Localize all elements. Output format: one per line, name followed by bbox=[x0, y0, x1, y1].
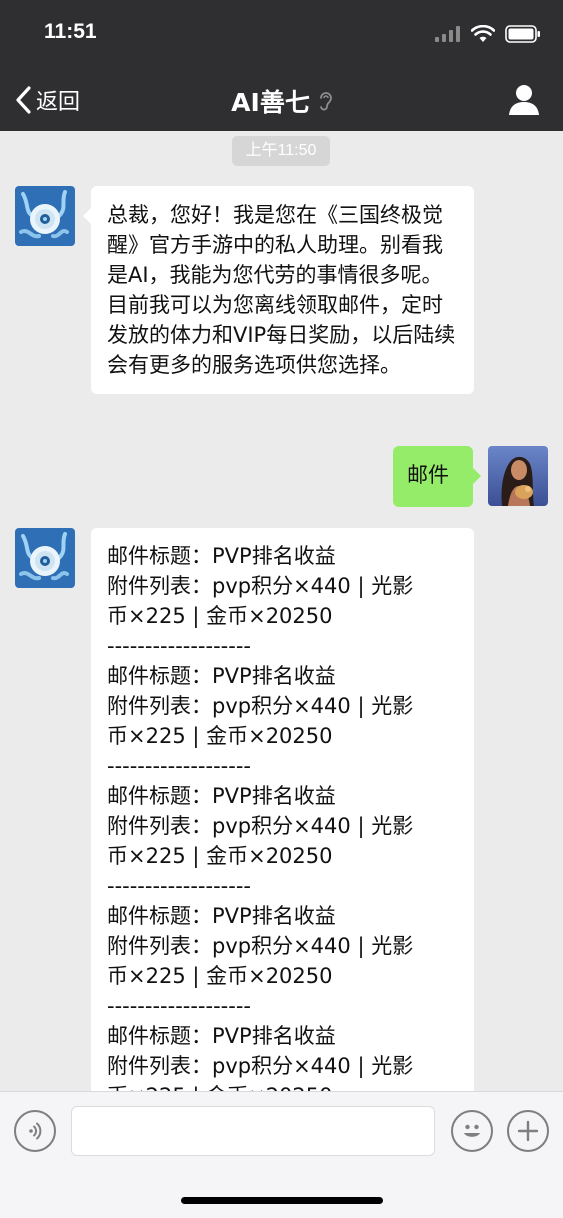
assistant-avatar-image bbox=[15, 186, 75, 246]
chat-title: AI善七 bbox=[0, 83, 563, 119]
mail-divider: ------------------- bbox=[107, 994, 251, 1018]
emoji-button[interactable] bbox=[451, 1110, 493, 1152]
assistant-message-bubble[interactable]: 总裁，您好！我是您在《三国终极觉醒》官方手游中的私人助理。别看我是AI，我能为您… bbox=[83, 186, 474, 394]
nav-header: 11:51 返回 AI善七 bbox=[0, 0, 563, 131]
mail-line: 附件列表：pvp积分×440 | 光影 bbox=[107, 574, 414, 598]
voice-button[interactable] bbox=[14, 1110, 56, 1152]
mail-divider: ------------------- bbox=[107, 754, 251, 778]
mail-line: 币×225 | 金币×20250 bbox=[107, 724, 333, 748]
mail-list-bubble[interactable]: 邮件标题：PVP排名收益 附件列表：pvp积分×440 | 光影 币×225 |… bbox=[91, 528, 474, 1128]
home-indicator[interactable] bbox=[181, 1197, 383, 1204]
signal-icon bbox=[435, 26, 460, 42]
plus-icon bbox=[517, 1120, 539, 1142]
mail-line: 币×225 | 金币×20250 bbox=[107, 964, 333, 988]
plus-button[interactable] bbox=[507, 1110, 549, 1152]
ear-icon bbox=[319, 92, 332, 111]
assistant-avatar[interactable] bbox=[15, 528, 75, 588]
mail-line: 邮件标题：PVP排名收益 bbox=[107, 1024, 336, 1048]
mail-line: 币×225 | 金币×20250 bbox=[107, 844, 333, 868]
mail-line: 邮件标题：PVP排名收益 bbox=[107, 784, 336, 808]
chat-timestamp: 上午11:50 bbox=[232, 136, 330, 166]
mail-line: 邮件标题：PVP排名收益 bbox=[107, 664, 336, 688]
assistant-message-text: 总裁，您好！我是您在《三国终极觉醒》官方手游中的私人助理。别看我是AI，我能为您… bbox=[107, 203, 456, 377]
profile-icon[interactable] bbox=[507, 82, 541, 116]
message-input[interactable] bbox=[71, 1106, 435, 1156]
status-icons bbox=[435, 20, 541, 48]
mail-divider: ------------------- bbox=[107, 874, 251, 898]
assistant-avatar[interactable] bbox=[15, 186, 75, 246]
user-avatar[interactable] bbox=[488, 446, 548, 506]
mail-line: 附件列表：pvp积分×440 | 光影 bbox=[107, 934, 414, 958]
mail-line: 邮件标题：PVP排名收益 bbox=[107, 544, 336, 568]
emoji-icon bbox=[464, 1124, 480, 1137]
wifi-icon bbox=[471, 25, 495, 42]
mail-line: 附件列表：pvp积分×440 | 光影 bbox=[107, 1054, 414, 1078]
chat-title-text: AI善七 bbox=[231, 88, 310, 117]
mail-line: 邮件标题：PVP排名收益 bbox=[107, 904, 336, 928]
mail-line: 币×225 | 金币×20250 bbox=[107, 604, 333, 628]
status-time: 11:51 bbox=[44, 20, 97, 43]
user-message-bubble[interactable]: 邮件 bbox=[393, 446, 481, 507]
mail-divider: ------------------- bbox=[107, 634, 251, 658]
battery-icon bbox=[505, 25, 540, 43]
user-message-text: 邮件 bbox=[407, 463, 449, 487]
mail-line: 附件列表：pvp积分×440 | 光影 bbox=[107, 694, 414, 718]
mail-line: 附件列表：pvp积分×440 | 光影 bbox=[107, 814, 414, 838]
voice-icon bbox=[29, 1122, 42, 1140]
assistant-avatar-image bbox=[15, 528, 75, 588]
user-avatar-image bbox=[488, 446, 548, 506]
